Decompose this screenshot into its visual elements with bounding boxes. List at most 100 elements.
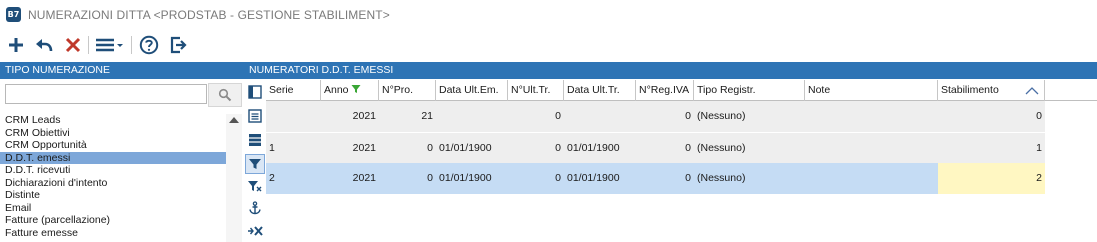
left-panel-header: TIPO NUMERAZIONE [0,62,244,79]
column-header-label: Stabilimento [941,84,999,96]
sort-ascending-icon [1025,87,1039,95]
column-header-serie[interactable]: Serie [266,80,321,101]
list-item[interactable]: Dichiarazioni d'intento [0,177,226,190]
column-header-data-ult-tr[interactable]: Data Ult.Tr. [564,80,636,101]
cell-anno[interactable]: 2021 [321,163,379,194]
cell-tipo-registr[interactable]: (Nessuno) [694,101,805,132]
list-scrollbar[interactable] [226,114,242,242]
detail-view-button[interactable] [247,108,263,124]
cell-data-ult-em[interactable]: 01/01/1900 [436,133,508,164]
column-header-tipo-registr[interactable]: Tipo Registr. [694,80,805,101]
column-header-stabilimento[interactable]: Stabilimento [938,80,1045,101]
column-chooser-button[interactable] [247,84,263,100]
list-item[interactable]: CRM Obiettivi [0,127,226,140]
clear-columns-icon [248,226,263,236]
undo-button[interactable] [32,33,56,57]
cell-note[interactable] [805,163,938,194]
column-header-data-ult-em[interactable]: Data Ult.Em. [436,80,508,101]
columns-icon [248,85,262,99]
cell-anno[interactable]: 2021 [321,101,379,132]
cell-anno[interactable]: 2021 [321,133,379,164]
toolbar-separator [88,36,89,54]
cell-note[interactable] [805,101,938,132]
cell-nreg-iva[interactable]: 0 [636,101,694,132]
clear-filter-button[interactable] [247,178,263,194]
cell-note[interactable] [805,133,938,164]
toolbar-separator [131,36,132,54]
column-header-nreg-iva[interactable]: N°Reg.IVA [636,80,694,101]
numbering-type-list: CRM Leads CRM Obiettivi CRM Opportunità … [0,114,226,242]
cell-data-ult-tr[interactable]: 01/01/1900 [564,133,636,164]
cell-npro[interactable]: 21 [379,101,436,132]
grid-body: 2021 21 0 0 (Nessuno) 0 1 2021 0 01/01/1… [266,101,1097,194]
list-item[interactable]: Email [0,202,226,215]
remove-columns-button[interactable] [247,223,263,239]
grid-view-button[interactable] [247,132,263,148]
detail-list-icon [248,109,262,123]
plus-icon [9,38,23,52]
hamburger-menu-icon [96,38,123,52]
column-header-label: Anno [324,84,349,96]
cell-nreg-iva[interactable]: 0 [636,163,694,194]
help-question-icon [139,35,159,55]
search-button[interactable] [208,83,242,107]
cell-nult-tr[interactable]: 0 [508,163,564,194]
column-header-note[interactable]: Note [805,80,938,101]
grid-list-icon [249,134,261,146]
list-item[interactable]: Distinte [0,189,226,202]
cell-nreg-iva[interactable]: 0 [636,133,694,164]
anchor-icon [249,201,261,215]
filter-remove-icon [248,181,262,192]
delete-button[interactable] [61,33,85,57]
cell-data-ult-tr[interactable] [564,101,636,132]
list-item[interactable]: CRM Opportunità [0,139,226,152]
column-header-nult-tr[interactable]: N°Ult.Tr. [508,80,564,101]
menu-button[interactable] [94,33,126,57]
exit-door-icon [170,36,187,54]
anchor-button[interactable] [247,200,263,216]
title-bar: B7 NUMERAZIONI DITTA <PRODSTAB - GESTION… [0,0,1097,30]
app-icon: B7 [6,7,21,22]
cell-data-ult-tr[interactable]: 01/01/1900 [564,163,636,194]
search-icon [218,88,232,102]
cell-serie[interactable]: 1 [266,133,321,164]
grid-side-toolbar [244,80,266,242]
close-x-icon [65,37,81,53]
column-header-anno[interactable]: Anno [321,80,379,101]
list-item-selected[interactable]: D.D.T. emessi [0,151,226,164]
list-item[interactable]: CRM Leads [0,114,226,127]
column-header-npro[interactable]: N°Pro. [379,80,436,101]
window-title: NUMERAZIONI DITTA <PRODSTAB - GESTIONE S… [28,8,390,22]
right-panel-header: NUMERATORI D.D.T. EMESSI [244,62,1097,79]
cell-stabilimento[interactable]: 0 [938,101,1045,132]
help-button[interactable] [137,33,161,57]
table-row[interactable]: 2021 21 0 0 (Nessuno) 0 [266,101,1045,132]
exit-button[interactable] [166,33,190,57]
cell-serie[interactable] [266,101,321,132]
scroll-up-arrow-icon[interactable] [229,117,239,123]
cell-nult-tr[interactable]: 0 [508,133,564,164]
cell-nult-tr[interactable]: 0 [508,101,564,132]
cell-npro[interactable]: 0 [379,163,436,194]
grid-header: Serie Anno N°Pro. Data Ult.Em. N°Ult.Tr.… [266,80,1097,101]
cell-data-ult-em[interactable] [436,101,508,132]
cell-tipo-registr[interactable]: (Nessuno) [694,133,805,164]
add-button[interactable] [4,33,28,57]
filter-button[interactable] [245,154,265,174]
search-input[interactable] [5,84,207,104]
cell-serie[interactable]: 2 [266,163,321,194]
cell-stabilimento[interactable]: 1 [938,133,1045,164]
table-row-selected[interactable]: 2 2021 0 01/01/1900 0 01/01/1900 0 (Ness… [266,163,1045,194]
undo-arrow-icon [36,39,53,52]
filter-active-icon [351,85,361,93]
list-item[interactable]: Fatture emesse [0,227,226,240]
list-item[interactable]: D.D.T. ricevuti [0,164,226,177]
cell-tipo-registr[interactable]: (Nessuno) [694,163,805,194]
cell-data-ult-em[interactable]: 01/01/1900 [436,163,508,194]
filter-funnel-icon [249,159,261,169]
toolbar [0,30,1097,60]
cell-npro[interactable]: 0 [379,133,436,164]
table-row[interactable]: 1 2021 0 01/01/1900 0 01/01/1900 0 (Ness… [266,132,1045,163]
cell-stabilimento-active[interactable]: 2 [938,163,1045,194]
list-item[interactable]: Fatture (parcellazione) [0,214,226,227]
